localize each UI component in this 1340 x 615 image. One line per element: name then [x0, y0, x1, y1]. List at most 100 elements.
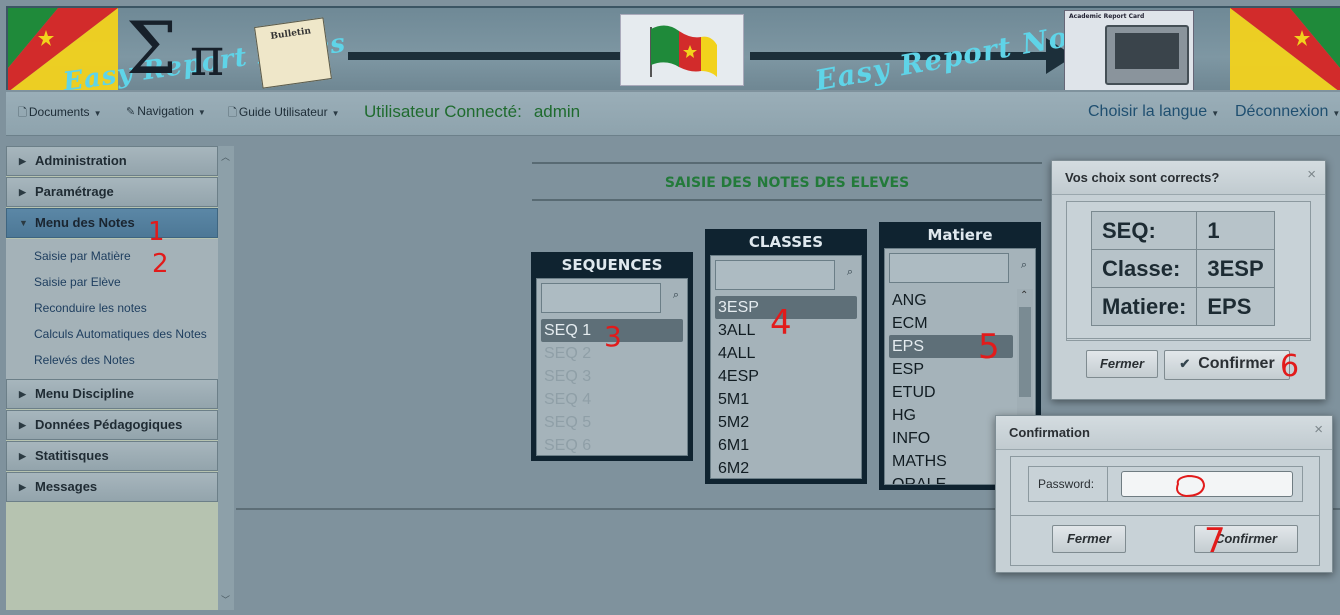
classes-body: ⌕ 3ESP 3ALL 4ALL 4ESP 5M1 5M2 6M1 6M2 — [710, 255, 862, 479]
list-item[interactable]: 3ALL — [715, 319, 857, 342]
sidebar-section-menu-discipline[interactable]: ▶ Menu Discipline — [6, 379, 218, 409]
table-row: Matiere: EPS — [1090, 287, 1275, 326]
waving-flag-icon — [650, 25, 717, 77]
list-item[interactable]: ECM — [889, 312, 1013, 335]
sidebar-section-label: Menu des Notes — [35, 215, 135, 230]
search-icon[interactable]: ⌕ — [673, 289, 679, 302]
confirmation-dialog-title: Confirmation — [996, 416, 1332, 450]
document-icon: 🗋 — [228, 107, 237, 119]
sidebar-section-label: Messages — [35, 479, 98, 494]
list-item[interactable]: SEQ 4 — [541, 388, 683, 411]
sidebar-item-calculs-automatiques[interactable]: Calculs Automatiques des Notes — [6, 321, 218, 347]
confirmation-confirm-button[interactable]: Confirmer — [1194, 525, 1298, 553]
list-item[interactable]: 6M1 — [715, 434, 857, 457]
laptop-icon — [1105, 25, 1189, 85]
sequences-body: ⌕ SEQ 1 SEQ 2 SEQ 3 SEQ 4 SEQ 5 SEQ 6 — [536, 278, 688, 456]
choice-label: SEQ: — [1090, 211, 1198, 250]
list-item[interactable]: ESP — [889, 358, 1013, 381]
title-rule-bottom — [532, 199, 1042, 201]
chevron-up-icon[interactable]: ︿ — [221, 150, 230, 163]
sidebar-section-parametrage[interactable]: ▶ Paramétrage — [6, 177, 218, 207]
close-icon[interactable]: × — [1314, 421, 1323, 438]
choice-value: 1 — [1196, 211, 1275, 250]
report-card-image: Academic Report Card — [1064, 10, 1194, 90]
sidebar-item-saisie-par-matiere[interactable]: Saisie par Matière — [6, 243, 218, 269]
sidebar-section-messages[interactable]: ▶ Messages — [6, 472, 218, 502]
bulletin-label: Bulletin — [269, 26, 312, 42]
menu-documents-label: Documents — [28, 105, 90, 119]
choice-label: Matiere: — [1090, 287, 1198, 326]
list-item[interactable]: SEQ 3 — [541, 365, 683, 388]
sidebar-section-administration[interactable]: ▶ Administration — [6, 146, 218, 176]
caret-down-icon: ▼ — [197, 108, 206, 117]
menu-guide[interactable]: 🗋 Guide Utilisateur ▼ — [228, 104, 340, 123]
sidebar-item-releves-notes[interactable]: Relevés des Notes — [6, 347, 218, 373]
triangle-right-icon: ▶ — [19, 389, 26, 399]
sequences-items: SEQ 1 SEQ 2 SEQ 3 SEQ 4 SEQ 5 SEQ 6 — [541, 319, 683, 455]
list-item[interactable]: 3ESP — [715, 296, 857, 319]
cameroon-flag-corner-right — [1230, 8, 1340, 90]
sidebar-item-reconduire-notes[interactable]: Reconduire les notes — [6, 295, 218, 321]
choices-close-button[interactable]: Fermer — [1086, 350, 1158, 378]
header-banner: Easy Report Notes Σ π Bulletin Easy Repo… — [6, 6, 1340, 90]
classes-search-input[interactable] — [715, 260, 835, 290]
list-item[interactable]: 6M2 — [715, 457, 857, 478]
page-title: SAISIE DES NOTES DES ELEVES — [664, 175, 910, 191]
caret-down-icon: ▼ — [1332, 109, 1340, 118]
list-item[interactable]: ETUD — [889, 381, 1013, 404]
menu-logout[interactable]: Déconnexion ▼ — [1235, 103, 1340, 121]
sidebar-item-saisie-par-eleve[interactable]: Saisie par Elève — [6, 269, 218, 295]
matiere-search-input[interactable] — [889, 253, 1009, 283]
menu-logout-label: Déconnexion — [1235, 103, 1329, 120]
list-item[interactable]: SEQ 2 — [541, 342, 683, 365]
choice-value: EPS — [1196, 287, 1275, 326]
sidebar-section-label: Paramétrage — [35, 184, 114, 199]
list-item[interactable]: 5M1 — [715, 388, 857, 411]
sidebar-section-menu-des-notes[interactable]: ▼ Menu des Notes — [6, 208, 218, 238]
menu-des-notes-items: Saisie par Matière Saisie par Elève Reco… — [6, 239, 218, 379]
sidebar-section-donnees-pedagogiques[interactable]: ▶ Données Pédagogiques — [6, 410, 218, 440]
list-item[interactable]: EPS — [889, 335, 1013, 358]
menu-language[interactable]: Choisir la langue ▼ — [1088, 103, 1219, 121]
sidebar-section-statistiques[interactable]: ▶ Statitisques — [6, 441, 218, 471]
choices-confirm-button[interactable]: ✔ Confirmer — [1164, 350, 1290, 380]
choices-confirm-label: Confirmer — [1198, 355, 1275, 372]
sidebar-scrollbar[interactable]: ︿ ﹀ — [218, 146, 234, 610]
search-icon[interactable]: ⌕ — [847, 266, 853, 279]
menu-language-label: Choisir la langue — [1088, 103, 1208, 120]
table-row: SEQ: 1 — [1090, 211, 1275, 250]
close-icon[interactable]: × — [1307, 166, 1316, 183]
password-input[interactable] — [1121, 471, 1293, 497]
user-name: admin — [533, 102, 581, 121]
caret-down-icon: ▼ — [93, 109, 102, 118]
list-item[interactable]: 4ALL — [715, 342, 857, 365]
cameroon-flag-center — [620, 14, 744, 86]
list-item[interactable]: ANG — [889, 289, 1013, 312]
password-row: Password: — [1028, 466, 1303, 502]
sidebar-section-label: Menu Discipline — [35, 386, 134, 401]
choice-label: Classe: — [1090, 249, 1198, 288]
menu-documents[interactable]: 🗋 Documents ▼ — [18, 104, 101, 123]
triangle-right-icon: ▶ — [19, 420, 26, 430]
check-icon: ✔ — [1179, 356, 1191, 371]
chevron-up-icon[interactable]: ⌃ — [1020, 290, 1028, 301]
list-item[interactable]: 4ESP — [715, 365, 857, 388]
chevron-down-icon[interactable]: ﹀ — [221, 593, 230, 606]
confirmation-close-button[interactable]: Fermer — [1052, 525, 1126, 553]
choices-dialog: Vos choix sont corrects? × SEQ: 1 Classe… — [1051, 160, 1326, 400]
search-icon[interactable]: ⌕ — [1021, 259, 1027, 272]
sequences-search-input[interactable] — [541, 283, 661, 313]
sequences-listbox: SEQUENCES ⌕ SEQ 1 SEQ 2 SEQ 3 SEQ 4 SEQ … — [531, 252, 693, 461]
scroll-thumb[interactable] — [1019, 307, 1031, 397]
list-item[interactable]: SEQ 1 — [541, 319, 683, 342]
sidebar-section-label: Administration — [35, 153, 127, 168]
list-item[interactable]: SEQ 5 — [541, 411, 683, 434]
title-rule-top — [532, 162, 1042, 164]
choices-dialog-title: Vos choix sont corrects? — [1052, 161, 1325, 195]
list-item[interactable]: SEQ 6 — [541, 434, 683, 455]
user-label: Utilisateur Connecté: — [364, 102, 522, 121]
divider — [1107, 467, 1108, 501]
menu-navigation[interactable]: ✎ Navigation ▼ — [126, 104, 206, 118]
list-item[interactable]: 5M2 — [715, 411, 857, 434]
sidebar: ▶ Administration ▶ Paramétrage ▼ Menu des N… — [6, 146, 218, 610]
